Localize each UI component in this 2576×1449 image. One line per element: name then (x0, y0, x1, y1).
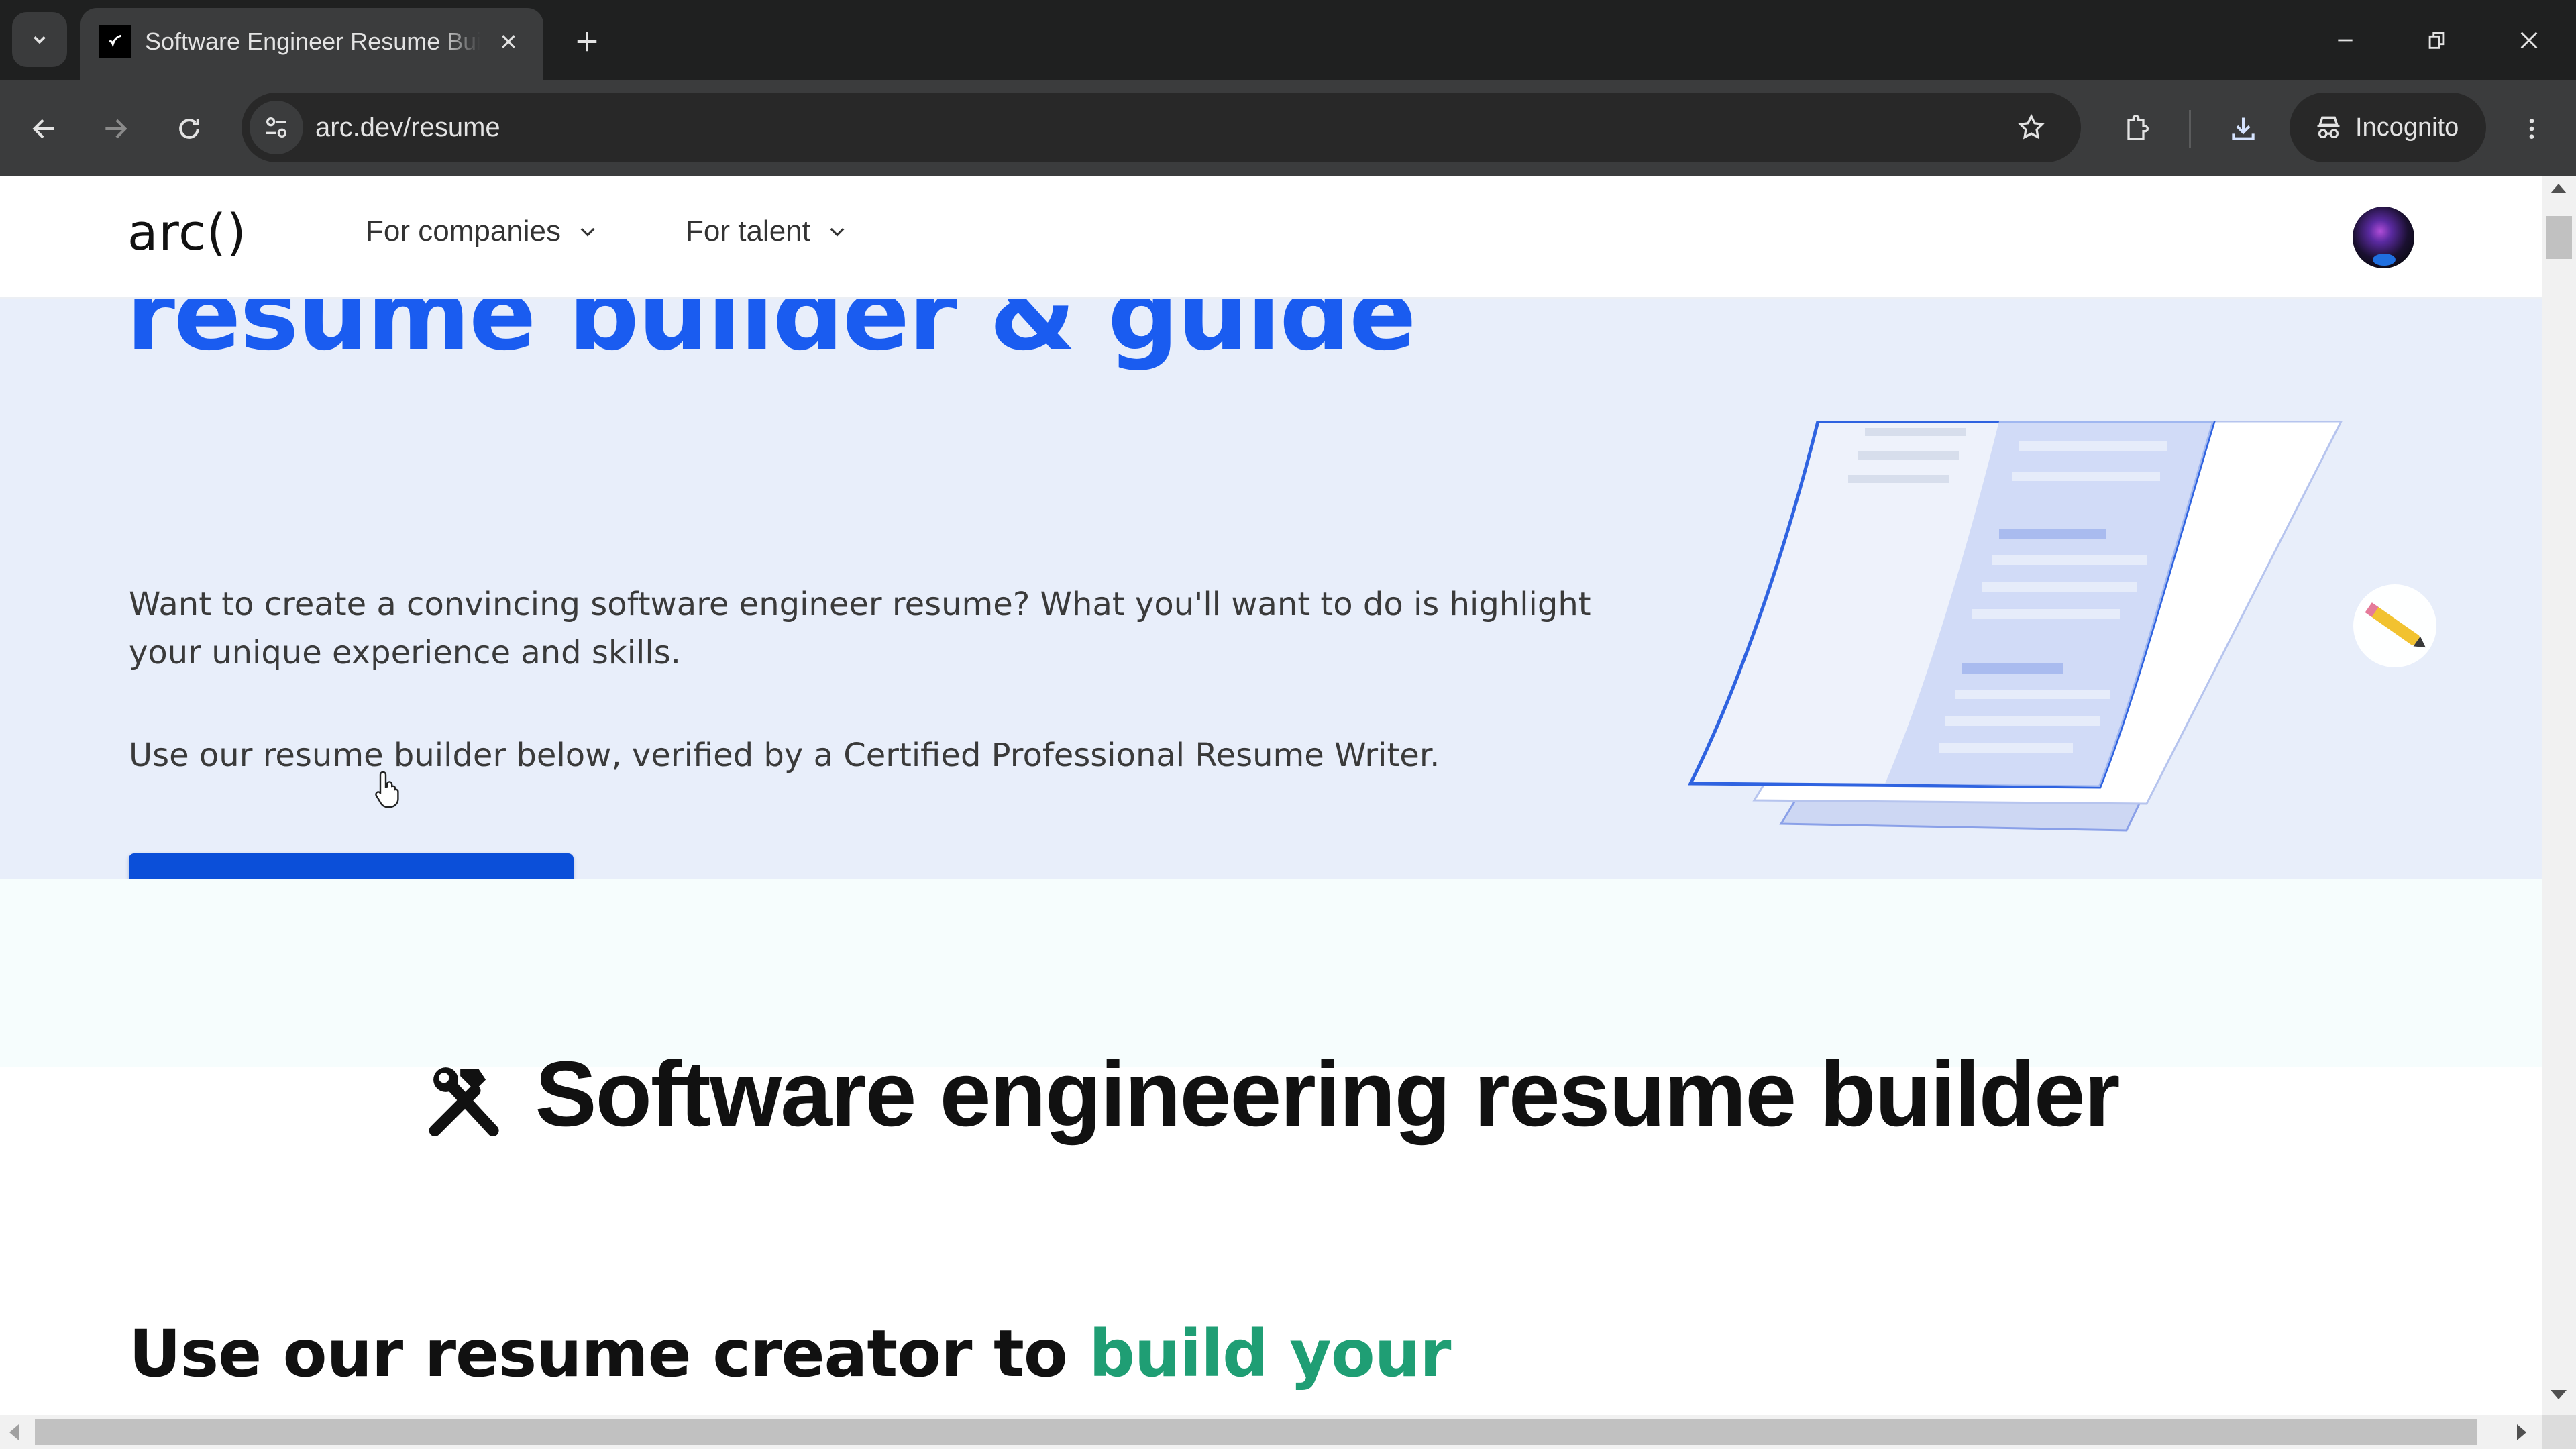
arc-check-icon (99, 25, 131, 58)
back-button[interactable] (21, 106, 67, 152)
tune-icon (266, 117, 286, 138)
tab-close-button[interactable] (490, 23, 527, 60)
tab-search-button[interactable] (12, 12, 67, 67)
section-subheading: Use our resume creator to build your (129, 1316, 1451, 1391)
bookmark-button[interactable] (2008, 105, 2054, 150)
arrow-right-icon (105, 119, 127, 139)
chevron-down-icon (830, 227, 845, 237)
new-tab-button[interactable] (567, 21, 607, 62)
nav-for-talent[interactable]: For talent (686, 215, 848, 248)
site-info-button[interactable] (250, 101, 303, 154)
forward-button[interactable] (93, 106, 138, 152)
scroll-left-arrow[interactable] (9, 1424, 19, 1440)
downloads-button[interactable] (2220, 106, 2266, 152)
vertical-scrollbar[interactable] (2542, 176, 2576, 1415)
subheading-prefix: Use our resume creator to (129, 1316, 1089, 1391)
scrollbar-corner (2542, 1415, 2576, 1449)
user-avatar[interactable] (2353, 207, 2414, 268)
pencil-badge (2353, 584, 2436, 667)
restore-button[interactable] (2410, 15, 2463, 66)
subheading-accent: build your (1089, 1316, 1451, 1391)
section-heading: Software engineering resume builder (0, 1041, 2542, 1148)
arrow-left-icon (32, 119, 54, 139)
tab-title: Software Engineer Resume Builder (145, 28, 480, 55)
reload-icon (179, 119, 199, 139)
close-icon (2520, 32, 2538, 49)
section-divider-band (0, 879, 2542, 1067)
puzzle-icon (2127, 115, 2149, 140)
nav-for-companies-label: For companies (366, 215, 561, 248)
hand-pointer-cursor (375, 771, 399, 808)
browser-tab-bar: Software Engineer Resume Builder (0, 0, 2576, 82)
horizontal-scroll-thumb[interactable] (35, 1419, 2477, 1445)
download-icon (2232, 117, 2255, 140)
hammer-and-wrench-icon (429, 1067, 499, 1136)
close-window-button[interactable] (2502, 15, 2556, 66)
section-heading-text: Software engineering resume builder (535, 1042, 2121, 1146)
minimize-button[interactable] (2318, 15, 2372, 66)
site-header: arc() For companies For talent (0, 176, 2542, 299)
scroll-up-arrow[interactable] (2551, 184, 2567, 193)
star-icon (2018, 113, 2045, 140)
scroll-down-arrow[interactable] (2551, 1390, 2567, 1399)
chevron-down-icon (580, 227, 595, 237)
toolbar-divider (2189, 110, 2191, 148)
restore-icon (2428, 32, 2445, 49)
scroll-right-arrow[interactable] (2517, 1424, 2526, 1440)
nav-for-companies[interactable]: For companies (366, 215, 598, 248)
chevron-down-icon (34, 36, 46, 44)
vertical-scroll-thumb[interactable] (2546, 216, 2572, 259)
browser-tab[interactable]: Software Engineer Resume Builder (80, 8, 543, 82)
incognito-label: Incognito (2355, 113, 2459, 142)
incognito-icon (2317, 116, 2340, 138)
incognito-profile-button[interactable]: Incognito (2290, 93, 2486, 162)
reload-button[interactable] (166, 106, 212, 152)
url-text[interactable]: arc.dev/resume (315, 109, 500, 146)
horizontal-scrollbar[interactable] (0, 1415, 2542, 1449)
nav-for-talent-label: For talent (686, 215, 810, 248)
plus-icon (577, 32, 597, 52)
hero-intro-text: Want to create a convincing software eng… (129, 586, 1591, 672)
browser-menu-button[interactable] (2509, 106, 2555, 152)
browser-toolbar: arc.dev/resume Incognito (0, 80, 2576, 176)
kebab-menu-icon (2529, 119, 2534, 139)
hero-verification-text: Use our resume builder below, verified b… (129, 737, 1440, 774)
close-icon (502, 35, 515, 48)
minimize-icon (2338, 39, 2353, 42)
extensions-button[interactable] (2113, 106, 2159, 152)
arc-logo[interactable]: arc() (127, 204, 247, 262)
address-bar[interactable]: arc.dev/resume (241, 93, 2081, 162)
